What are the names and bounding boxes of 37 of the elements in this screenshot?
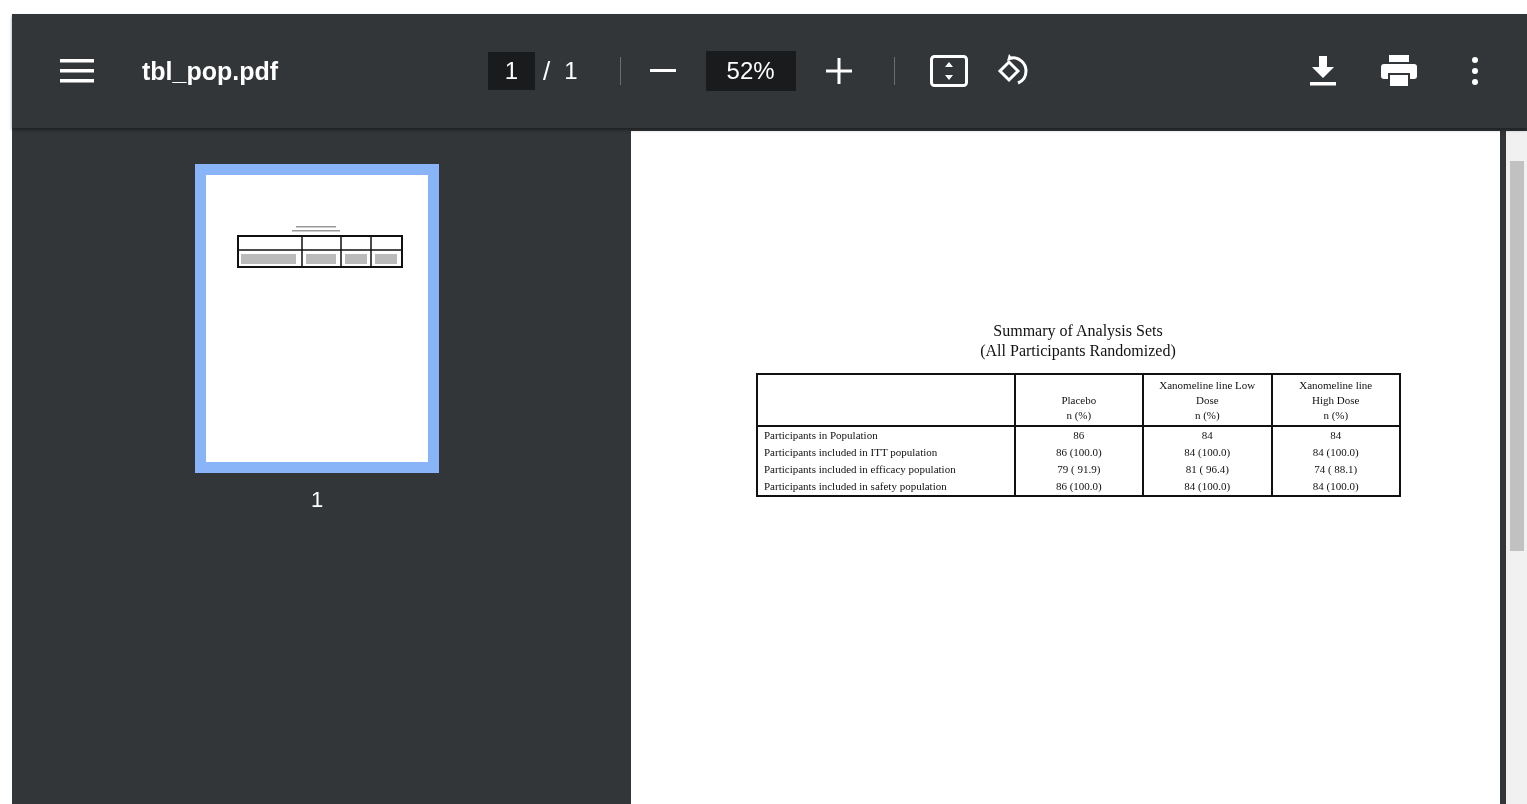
table-cell: 84 (1271, 426, 1400, 444)
page-separator: / (543, 55, 551, 87)
table-cell: 79 ( 91.9) (1014, 461, 1143, 478)
page-total: 1 (564, 57, 578, 85)
table-cell: 86 (1014, 426, 1143, 444)
page-thumbnail[interactable] (195, 164, 439, 473)
column-header: Xanomeline line High Dose n (%) (1271, 374, 1400, 426)
row-label: Participants included in efficacy population (757, 461, 1015, 478)
scrollbar[interactable] (1506, 131, 1527, 804)
download-icon[interactable] (1310, 56, 1336, 86)
row-label: Participants included in safety population (757, 478, 1015, 496)
table-cell: 84 (100.0) (1271, 444, 1400, 461)
table-cell: 74 ( 88.1) (1271, 461, 1400, 478)
zoom-field[interactable]: 52% (705, 51, 796, 91)
zoom-out-icon[interactable] (649, 69, 676, 73)
table-cell: 84 (1143, 426, 1272, 444)
column-header: Placebo n (%) (1014, 374, 1143, 426)
column-header: Xanomeline line Low Dose n (%) (1143, 374, 1272, 426)
page-number-label: 1 (310, 487, 324, 513)
row-label: Participants included in ITT population (757, 444, 1015, 461)
row-label: Participants in Population (757, 426, 1015, 444)
table-cell: 84 (100.0) (1143, 444, 1272, 461)
table-cell: 84 (100.0) (1271, 478, 1400, 496)
menu-icon[interactable] (60, 58, 94, 84)
table-title: Summary of Analysis Sets (993, 321, 1163, 341)
table-cell: 84 (100.0) (1143, 478, 1272, 496)
page-number-field[interactable]: 1 (488, 52, 535, 90)
document-title: tbl_pop.pdf (142, 56, 280, 86)
table-title: (All Participants Randomized) (980, 341, 1176, 361)
zoom-in-icon[interactable] (825, 58, 852, 84)
print-icon[interactable] (1381, 55, 1417, 87)
table-cell: 86 (100.0) (1014, 444, 1143, 461)
scrollbar-thumb[interactable] (1510, 161, 1524, 551)
table-cell: 86 (100.0) (1014, 478, 1143, 496)
fit-page-icon[interactable] (929, 55, 968, 87)
table-cell: 81 ( 96.4) (1143, 461, 1272, 478)
more-icon[interactable] (1472, 57, 1478, 85)
